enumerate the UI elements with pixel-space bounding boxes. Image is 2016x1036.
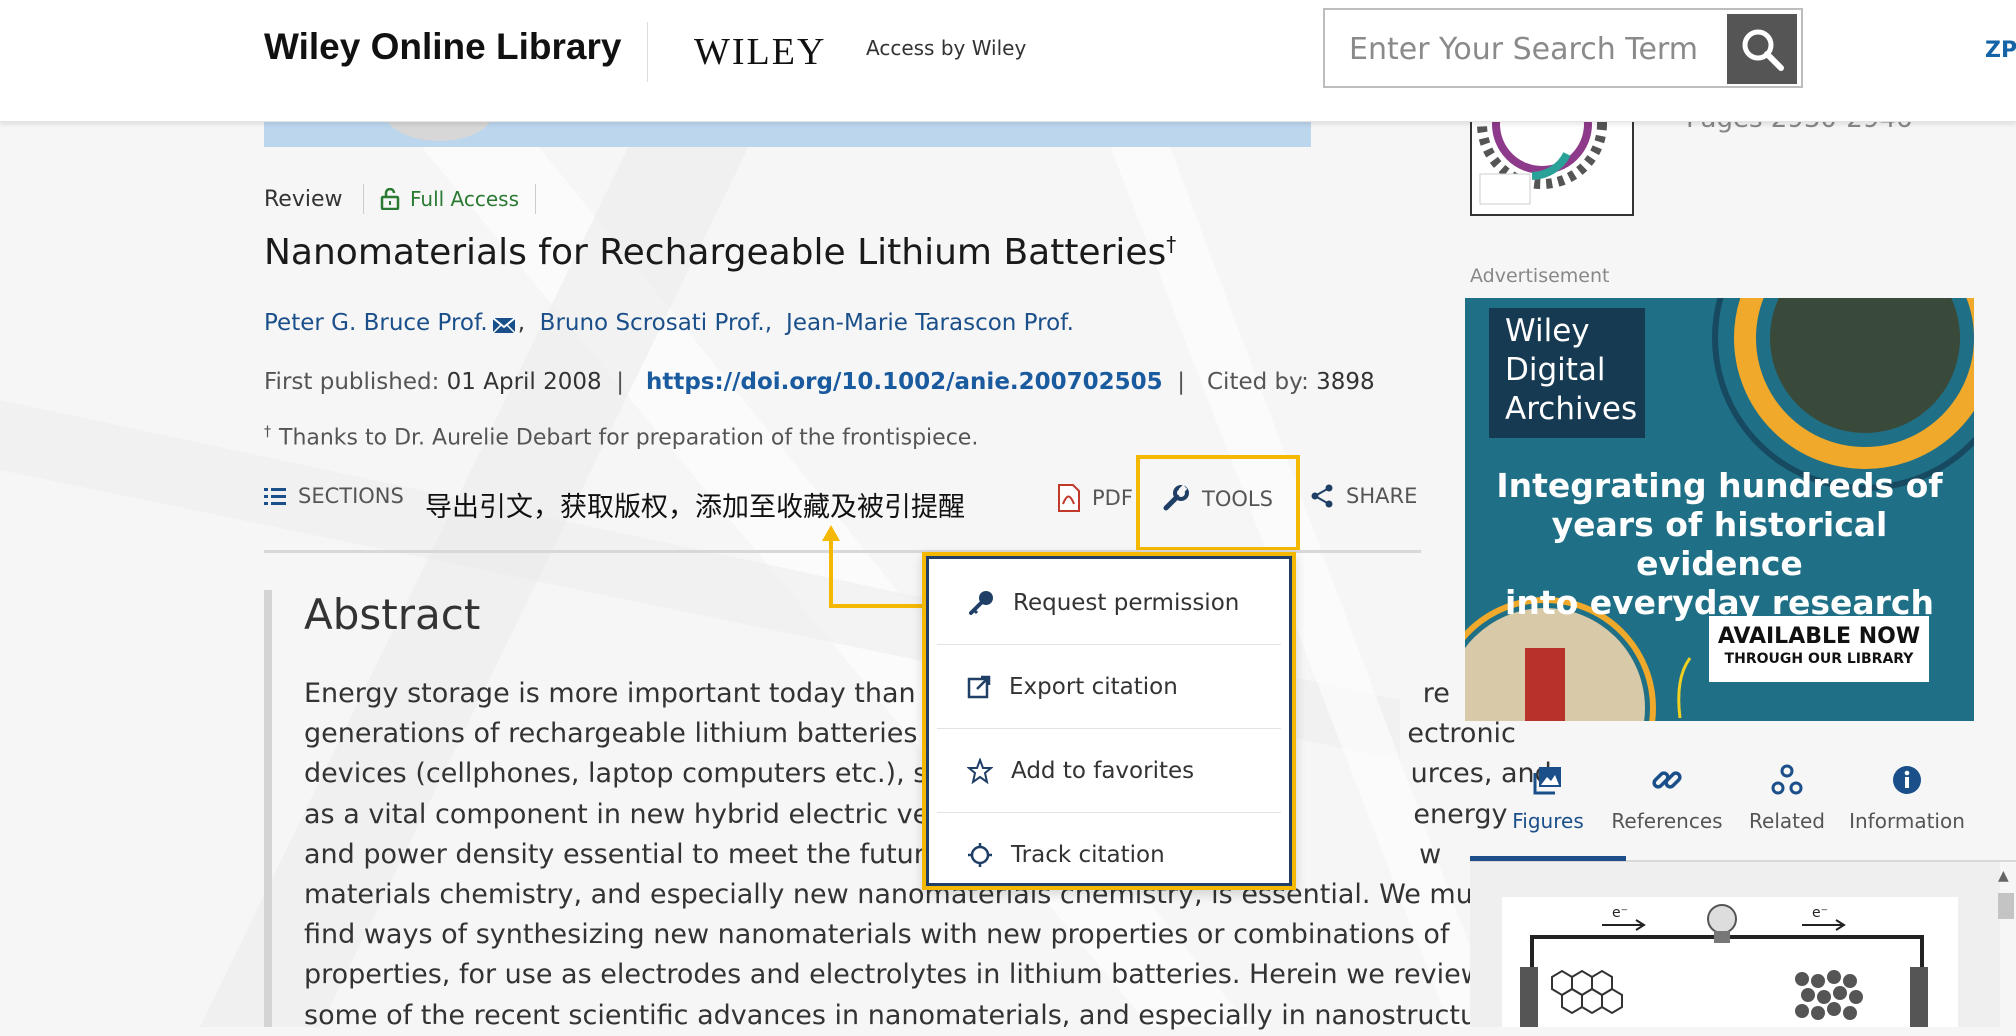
link-icon: [1652, 771, 1682, 789]
author-separator: ,: [517, 310, 540, 336]
menu-item-label: Track citation: [1011, 841, 1165, 868]
site-header: Wiley Online Library WILEY Access by Wil…: [0, 0, 2016, 122]
ad-cta-line1: AVAILABLE NOW: [1717, 624, 1921, 649]
author-link[interactable]: Peter G. Bruce Prof.: [264, 310, 488, 336]
related-icon: [1771, 764, 1803, 795]
request-permission-item[interactable]: Request permission: [937, 561, 1281, 645]
footnote-text: Thanks to Dr. Aurelie Debart for prepara…: [279, 425, 979, 451]
author-link[interactable]: Jean-Marie Tarascon Prof.: [786, 310, 1074, 336]
user-account-link[interactable]: ZP: [1985, 38, 2016, 63]
doi-link[interactable]: https://doi.org/10.1002/anie.200702505: [646, 369, 1163, 395]
abstract-line: some of the recent scientific advances i…: [304, 999, 1522, 1031]
sections-button[interactable]: SECTIONS: [264, 484, 404, 508]
share-icon: [1311, 484, 1333, 508]
article-type: Review: [264, 187, 343, 212]
cited-by-count[interactable]: 3898: [1316, 369, 1375, 395]
footnote-mark: †: [264, 424, 271, 440]
ad-cta-line2: THROUGH OUR LIBRARY: [1724, 651, 1914, 667]
header-divider: [647, 22, 648, 82]
svg-text:e⁻: e⁻: [1812, 905, 1828, 921]
list-icon: [264, 488, 286, 505]
share-button[interactable]: SHARE: [1310, 484, 1417, 508]
published-label: First published:: [264, 369, 440, 395]
author-list: Peter G. Bruce Prof. , Bruno Scrosati Pr…: [264, 310, 1074, 336]
ad-headline: Integrating hundreds of years of histori…: [1496, 466, 1943, 622]
annotation-arrow-line: [829, 538, 833, 608]
star-icon: [967, 757, 993, 784]
tools-dropdown-menu: Request permission Export citation Add t…: [922, 552, 1296, 890]
tab-information[interactable]: Information: [1847, 755, 1967, 833]
article-footnote: † Thanks to Dr. Aurelie Debart for prepar…: [264, 424, 978, 450]
menu-item-label: Export citation: [1009, 673, 1178, 700]
sidebar-tabs: Figures References Related Information: [1470, 755, 2016, 861]
add-to-favorites-item[interactable]: Add to favorites: [937, 729, 1281, 813]
crosshair-icon: [968, 842, 992, 867]
cited-by-label: Cited by:: [1207, 369, 1309, 395]
ad-brand-text: Wiley Digital Archives: [1505, 313, 1638, 427]
figure-thumbnail[interactable]: e⁻ e⁻: [1502, 897, 1958, 1027]
cover-artwork: [1477, 114, 1607, 205]
ad-cta-button[interactable]: AVAILABLE NOW THROUGH OUR LIBRARY: [1709, 616, 1929, 682]
info-separator: |: [608, 369, 639, 395]
menu-item-label: Request permission: [1013, 589, 1240, 616]
battery-diagram: e⁻ e⁻: [1520, 904, 1928, 1027]
tab-figures-label: Figures: [1512, 809, 1584, 833]
abstract-line: find ways of synthesizing new nanomateri…: [304, 919, 1450, 951]
full-access-badge: Full Access: [380, 187, 519, 211]
pdf-icon: [1058, 484, 1080, 512]
tab-related-label: Related: [1749, 809, 1825, 833]
scroll-up-arrow[interactable]: ▲: [1998, 868, 2009, 884]
share-label: SHARE: [1346, 484, 1418, 508]
svg-text:e⁻: e⁻: [1612, 905, 1628, 921]
site-title-link[interactable]: Wiley Online Library: [264, 26, 621, 68]
search-icon: [1742, 29, 1784, 71]
menu-item-label: Add to favorites: [1011, 757, 1195, 784]
search-input[interactable]: [1347, 28, 1731, 70]
info-icon: [1893, 766, 1921, 794]
annotation-callout: 导出引文，获取版权，添加至收藏及被引提醒: [425, 492, 965, 523]
email-icon[interactable]: [492, 316, 516, 334]
advertisement-label: Advertisement: [1470, 265, 1610, 287]
active-tab-indicator: [1470, 856, 1626, 861]
wiley-logo[interactable]: WILEY: [694, 30, 826, 74]
journal-banner: [264, 81, 1311, 147]
abstract-line: properties, for use as electrodes and el…: [304, 959, 1483, 991]
annotation-arrow-line: [829, 604, 925, 608]
pdf-label: PDF: [1092, 486, 1133, 510]
published-date: 01 April 2008: [446, 369, 602, 395]
track-citation-item[interactable]: Track citation: [937, 813, 1281, 896]
meta-divider: [363, 184, 364, 214]
tab-references-label: References: [1611, 809, 1723, 833]
unlock-icon: [380, 188, 400, 210]
tab-related[interactable]: Related: [1727, 755, 1847, 833]
pdf-button[interactable]: PDF: [1058, 484, 1133, 512]
article-title: Nanomaterials for Rechargeable Lithium B…: [264, 232, 1176, 273]
search-button[interactable]: [1727, 14, 1797, 84]
tools-menu-frame: Request permission Export citation Add t…: [926, 556, 1292, 886]
journal-cover-thumbnail[interactable]: [1470, 112, 1634, 216]
advertisement-banner[interactable]: Wiley Digital Archives Integrating hundr…: [1465, 298, 1974, 721]
access-by-label: Access by Wiley: [866, 36, 1027, 60]
scrollbar-thumb[interactable]: [1998, 893, 2014, 919]
search-box: [1323, 8, 1803, 88]
export-citation-item[interactable]: Export citation: [937, 645, 1281, 729]
abstract-heading: Abstract: [304, 590, 481, 639]
tab-references[interactable]: References: [1607, 755, 1727, 833]
publication-info: First published: 01 April 2008 | https:/…: [264, 369, 1375, 395]
meta-divider: [535, 184, 536, 214]
key-icon: [969, 590, 993, 615]
tools-highlight-box: [1136, 455, 1300, 551]
image-icon: [1533, 767, 1561, 795]
tab-information-label: Information: [1849, 809, 1965, 833]
full-access-label: Full Access: [410, 187, 520, 211]
tab-figures[interactable]: Figures: [1488, 755, 1608, 833]
title-footnote-mark: †: [1166, 232, 1177, 256]
abstract-accent-bar: [264, 590, 272, 1027]
figures-panel: e⁻ e⁻: [1470, 862, 2000, 1027]
info-separator: |: [1170, 369, 1200, 395]
article-title-text: Nanomaterials for Rechargeable Lithium B…: [264, 232, 1167, 273]
external-link-icon: [967, 675, 991, 698]
author-link[interactable]: Bruno Scrosati Prof.,: [540, 310, 772, 336]
sections-label: SECTIONS: [298, 484, 404, 508]
